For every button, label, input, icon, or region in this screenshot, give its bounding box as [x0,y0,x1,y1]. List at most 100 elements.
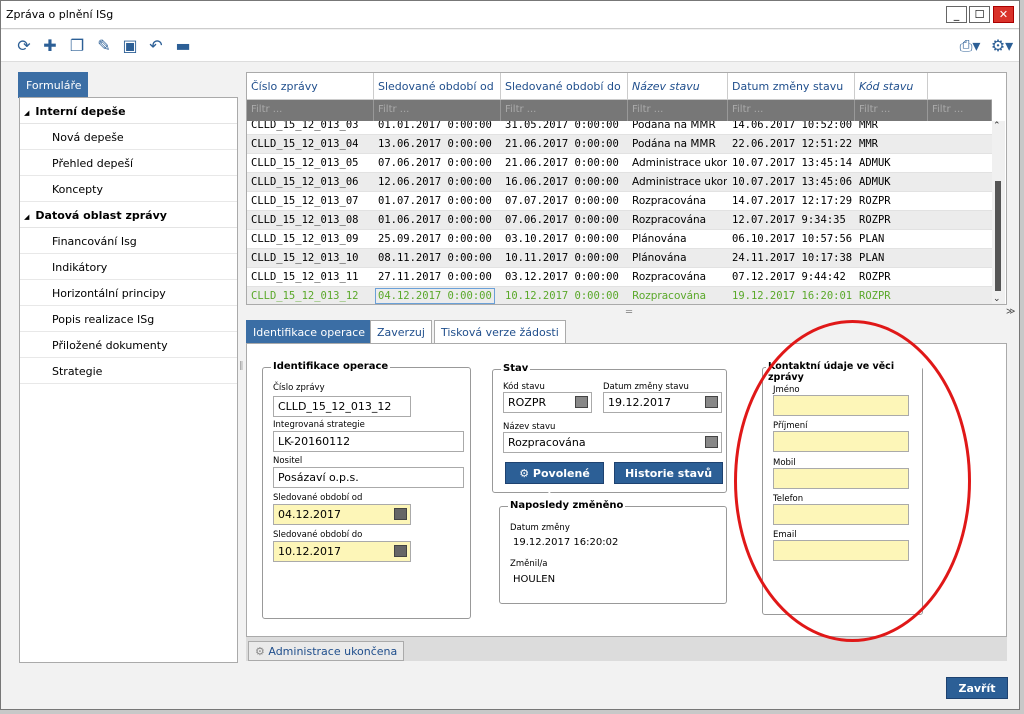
grid-rows: CLLD_15_12_013_03 01.01.2017 0:00:00 31.05… [247,121,992,304]
last-changed-user: HOULEN [513,574,556,585]
col-header-period-from[interactable]: Sledované období od [374,73,501,100]
nav-group-data-area[interactable]: ◢ Datová oblast zprávy [20,202,237,228]
filter-input[interactable]: Filtr ... [501,100,628,121]
highlight-ellipse [734,320,971,642]
table-cell: 01.07.2017 0:00:00 [378,195,492,207]
state-code-field[interactable]: ROZPR [503,392,592,413]
allowed-actions-button[interactable]: ⚙ Povolené akce [505,462,604,502]
tab-identification[interactable]: Identifikace operace [246,320,373,344]
nav-item-new-message[interactable]: Nová depeše [20,124,237,150]
col-header-number[interactable]: Číslo zprávy [247,73,374,100]
collapse-arrow-icon[interactable]: ◢ [24,213,29,221]
expand-icon[interactable]: ≫ [1006,307,1015,317]
table-cell: Podána na MMR [632,138,716,150]
strategy-field[interactable]: LK-20160112 [273,431,464,452]
field-label: Datum změny [510,523,570,533]
tab-zaverzuj[interactable]: Zaverzuj [370,320,432,344]
list-icon[interactable] [575,396,588,408]
close-button[interactable]: ✕ [993,6,1014,23]
nav-item-attachments[interactable]: Přiložené dokumenty [20,332,237,358]
table-cell: 07.07.2017 0:00:00 [505,195,619,207]
nav-item-drafts[interactable]: Koncepty [20,176,237,202]
table-cell: 21.06.2017 0:00:00 [505,157,619,169]
col-header-state-name[interactable]: Název stavu [628,73,728,100]
refresh-icon[interactable]: ⟳ [14,36,34,56]
table-row[interactable]: CLLD_15_12_013_10 08.11.2017 0:00:00 10.11… [247,249,992,268]
col-header-period-to[interactable]: Sledované období do [501,73,628,100]
period-to-value: 10.12.2017 [278,545,341,558]
table-row[interactable]: CLLD_15_12_013_12 04.12.2017 0:00:00 10.12… [247,287,992,304]
undo-icon[interactable]: ↶ [146,36,166,56]
nav-item-horizontal-principles[interactable]: Horizontální principy [20,280,237,306]
table-row[interactable]: CLLD_15_12_013_04 13.06.2017 0:00:00 21.06… [247,135,992,154]
maximize-button[interactable]: ☐ [969,6,990,23]
state-history-button[interactable]: Historie stavů [614,462,723,484]
minimize-button[interactable]: _ [946,6,967,23]
add-icon[interactable]: ✚ [40,36,60,56]
col-header-state-code[interactable]: Kód stavu [855,73,928,100]
table-row[interactable]: CLLD_15_12_013_08 01.06.2017 0:00:00 07.06… [247,211,992,230]
filter-input[interactable]: Filtr ... [728,100,855,121]
copy-icon[interactable]: ❐ [67,36,87,56]
period-from-field[interactable]: 04.12.2017 [273,504,411,525]
scroll-down-icon[interactable]: ⌄ [993,294,1001,304]
status-tab[interactable]: ⚙ Administrace ukončena [248,641,405,661]
table-cell: 10.07.2017 13:45:06 [732,176,853,188]
collapse-arrow-icon[interactable]: ◢ [24,109,29,117]
remove-icon[interactable]: ▬ [173,36,193,56]
nav-item-implementation[interactable]: Popis realizace ISg [20,306,237,332]
close-form-button[interactable]: Zavřít [946,677,1008,699]
nav-group-internal[interactable]: ◢ Interní depeše [20,98,237,124]
calendar-icon[interactable] [394,508,407,520]
grid-scrollbar[interactable]: ⌃ ⌄ [992,121,1005,304]
table-cell: Rozpracována [632,290,707,302]
period-to-field[interactable]: 10.12.2017 [273,541,411,562]
nav-item-strategy[interactable]: Strategie [20,358,237,384]
list-icon[interactable] [705,436,718,448]
table-cell: 10.12.2017 0:00:00 [505,290,619,302]
table-row[interactable]: CLLD_15_12_013_11 27.11.2017 0:00:00 03.12… [247,268,992,287]
table-cell: 08.11.2017 0:00:00 [378,252,492,264]
edit-icon[interactable]: ✎ [94,36,114,56]
period-from-value: 04.12.2017 [278,508,341,521]
table-cell: 12.06.2017 0:00:00 [378,176,492,188]
table-cell: 31.05.2017 0:00:00 [505,121,619,131]
reports-grid: Číslo zprávy Sledované období od Sledova… [246,72,1007,305]
scroll-thumb[interactable] [995,181,1001,291]
table-cell: MMR [859,121,878,131]
table-row[interactable]: CLLD_15_12_013_06 12.06.2017 0:00:00 16.06… [247,173,992,192]
filter-input[interactable]: Filtr ... [628,100,728,121]
holder-field[interactable]: Posázaví o.p.s. [273,467,464,488]
report-number-field[interactable]: CLLD_15_12_013_12 [273,396,411,417]
table-row[interactable]: CLLD_15_12_013_05 07.06.2017 0:00:00 21.06… [247,154,992,173]
forms-tab[interactable]: Formuláře [18,72,88,98]
print-icon[interactable]: ⎙▾ [956,36,984,56]
horizontal-splitter[interactable]: ═ [626,307,632,318]
table-row[interactable]: CLLD_15_12_013_07 01.07.2017 0:00:00 07.07… [247,192,992,211]
calendar-icon[interactable] [394,545,407,557]
table-cell: 07.06.2017 0:00:00 [505,214,619,226]
nav-item-indicators[interactable]: Indikátory [20,254,237,280]
nav-item-financing[interactable]: Financování Isg [20,228,237,254]
scroll-up-icon[interactable]: ⌃ [993,121,1001,131]
table-row[interactable]: CLLD_15_12_013_03 01.01.2017 0:00:00 31.05… [247,121,992,135]
state-date-field[interactable]: 19.12.2017 [603,392,722,413]
table-row[interactable]: CLLD_15_12_013_09 25.09.2017 0:00:00 03.10… [247,230,992,249]
tab-print-version[interactable]: Tisková verze žádosti [434,320,566,344]
state-fieldset: Stav Kód stavu ROZPR Datum změny stavu 1… [492,363,727,502]
state-name-field[interactable]: Rozpracována [503,432,722,453]
filter-input[interactable]: Filtr ... [374,100,501,121]
settings-icon[interactable]: ⚙▾ [988,36,1016,56]
filter-input[interactable]: Filtr ... [928,100,992,121]
filter-input[interactable]: Filtr ... [247,100,374,121]
col-header-state-date[interactable]: Datum změny stavu [728,73,855,100]
filter-input[interactable]: Filtr ... [855,100,928,121]
table-cell: ADMUK [859,176,891,188]
table-cell: 19.12.2017 16:20:01 [732,290,853,302]
table-cell: 03.12.2017 0:00:00 [505,271,619,283]
nav-item-messages-overview[interactable]: Přehled depeší [20,150,237,176]
save-icon[interactable]: ▣ [120,36,140,56]
splitter-handle[interactable]: ‖ [239,361,244,371]
table-cell: CLLD_15_12_013_07 [251,195,359,207]
calendar-icon[interactable] [705,396,718,408]
